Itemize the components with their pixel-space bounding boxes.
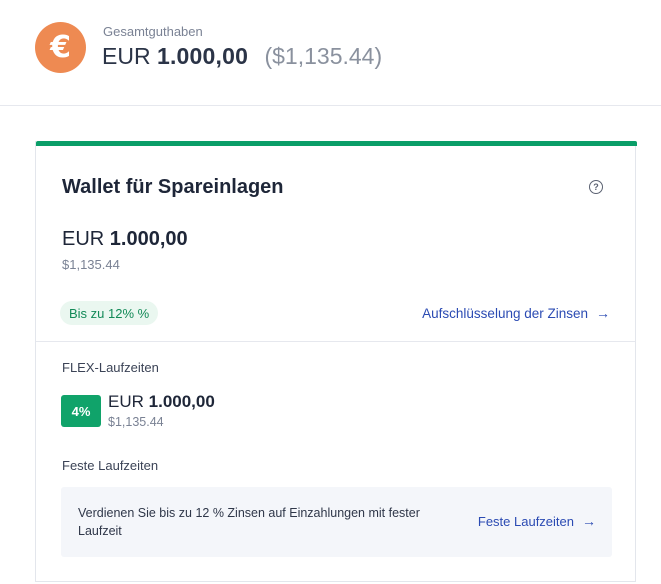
wallet-value: 1.000,00 xyxy=(109,228,188,250)
flex-rate-badge: 4% xyxy=(61,395,101,427)
interest-badge: Bis zu 12% % xyxy=(60,301,159,325)
fixed-terms-link-label: Feste Laufzeiten xyxy=(477,513,574,529)
fixed-terms-link[interactable]: Feste Laufzeiten → xyxy=(478,513,596,529)
flex-usd-value: $1,135.44 xyxy=(108,415,164,429)
card-title: Wallet für Spareinlagen xyxy=(62,176,284,198)
arrow-right-icon: → xyxy=(596,305,610,321)
total-value: 1.000,00 xyxy=(156,43,249,69)
flex-terms-label: FLEX-Laufzeiten xyxy=(62,360,159,375)
help-icon[interactable]: ? xyxy=(589,180,603,194)
help-glyph: ? xyxy=(593,181,599,192)
total-balance-label: Gesamtguthaben xyxy=(103,24,203,39)
total-currency: EUR xyxy=(102,43,151,69)
savings-wallet-card: Wallet für Spareinlagen ? EUR 1.000,00 $… xyxy=(35,141,637,582)
fixed-terms-description: Verdienen Sie bis zu 12 % Zinsen auf Ein… xyxy=(78,506,420,538)
euro-icon: € xyxy=(35,22,86,73)
flex-currency: EUR xyxy=(108,392,144,411)
flex-balance: EUR 1.000,00 xyxy=(108,392,215,412)
interest-breakdown-link[interactable]: Aufschlüsselung der Zinsen → xyxy=(422,305,610,321)
total-balance-amount: EUR 1.000,00 ($1,135.44) xyxy=(102,43,382,70)
wallet-usd-value: $1,135.44 xyxy=(62,257,120,272)
fixed-terms-label: Feste Laufzeiten xyxy=(62,458,159,473)
wallet-balance: EUR 1.000,00 xyxy=(62,228,188,251)
interest-breakdown-label: Aufschlüsselung der Zinsen xyxy=(422,305,588,321)
flex-value: 1.000,00 xyxy=(148,392,215,411)
euro-glyph: € xyxy=(50,29,71,65)
balance-header: € Gesamtguthaben EUR 1.000,00 ($1,135.44… xyxy=(0,0,661,106)
wallet-currency: EUR xyxy=(62,228,105,250)
fixed-terms-promo: Verdienen Sie bis zu 12 % Zinsen auf Ein… xyxy=(61,487,612,557)
section-divider xyxy=(36,341,635,342)
card-accent-bar xyxy=(36,141,637,146)
total-usd-value: ($1,135.44) xyxy=(264,43,383,69)
arrow-right-icon: → xyxy=(582,513,596,529)
